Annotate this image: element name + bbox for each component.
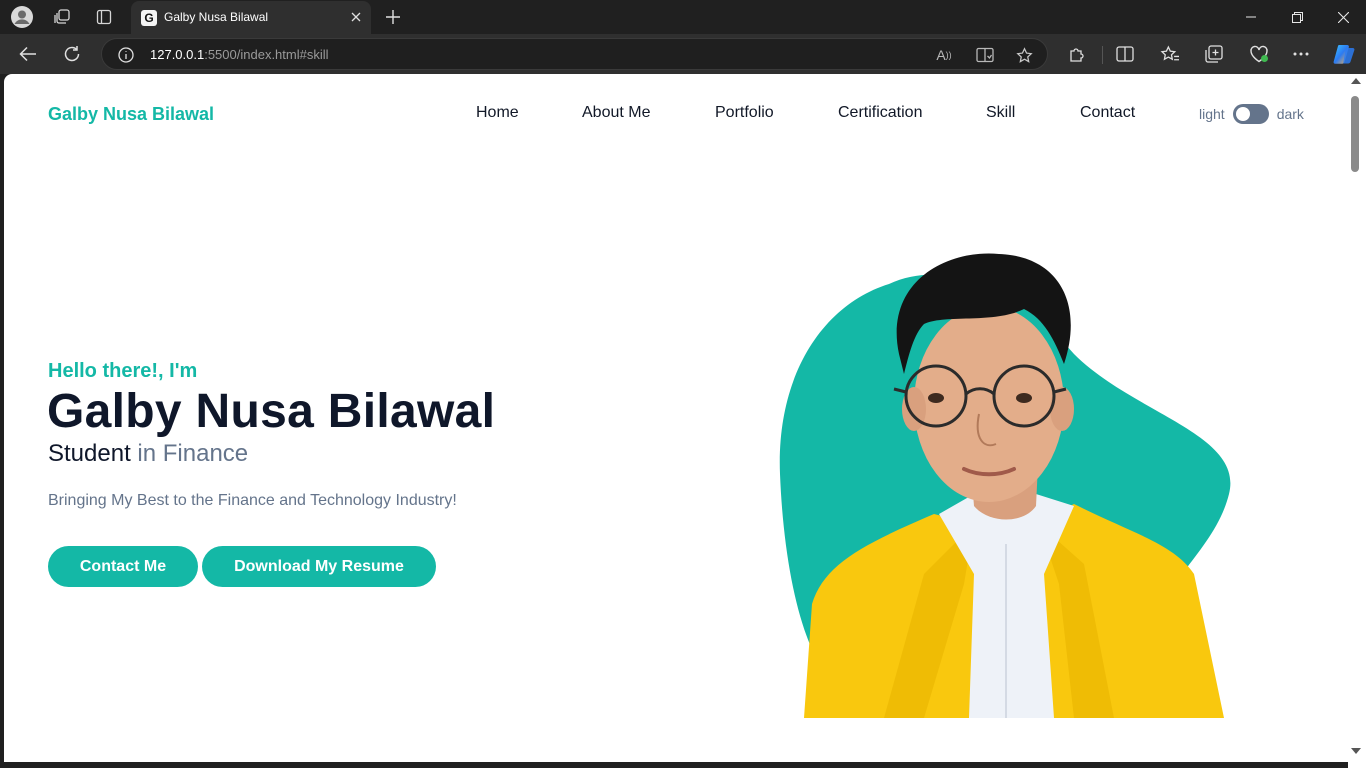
workspaces-icon[interactable] <box>50 6 74 28</box>
site-favicon-icon: G <box>141 10 157 26</box>
collections-icon[interactable] <box>1203 43 1225 65</box>
active-tab[interactable]: G Galby Nusa Bilawal <box>131 1 371 34</box>
toolbar-separator <box>1102 46 1103 64</box>
theme-toggle-switch[interactable] <box>1232 104 1269 124</box>
nav-link-skill[interactable]: Skill <box>986 104 1015 122</box>
nav-link-certification[interactable]: Certification <box>838 104 922 122</box>
hero-greeting: Hello there!, I'm <box>48 360 198 382</box>
tab-actions-icon[interactable] <box>92 6 116 28</box>
restore-icon[interactable] <box>1274 0 1320 34</box>
more-icon[interactable] <box>1290 43 1312 65</box>
theme-light-label: light <box>1199 106 1225 122</box>
window-bottom-edge <box>0 762 1348 768</box>
browser-essentials-icon[interactable] <box>1247 43 1271 65</box>
nav-link-portfolio[interactable]: Portfolio <box>715 104 774 122</box>
address-bar[interactable]: 127.0.0.1:5500/index.html#skill A)) <box>101 38 1048 70</box>
nav-link-home[interactable]: Home <box>476 104 519 122</box>
browser-tab-bar: G Galby Nusa Bilawal <box>0 0 1366 34</box>
scrollbar-thumb[interactable] <box>1351 96 1359 172</box>
site-brand[interactable]: Galby Nusa Bilawal <box>48 104 214 125</box>
split-screen-icon[interactable] <box>1114 43 1136 65</box>
tab-title: Galby Nusa Bilawal <box>164 10 269 24</box>
immersive-reader-icon[interactable] <box>975 46 995 64</box>
favorites-icon[interactable] <box>1159 43 1181 65</box>
role-accent: in Finance <box>137 440 249 467</box>
hero-tagline: Bringing My Best to the Finance and Tech… <box>48 492 457 509</box>
back-icon[interactable] <box>16 43 40 65</box>
hero-role: Student in Finance <box>48 440 248 468</box>
theme-dark-label: dark <box>1276 106 1304 122</box>
address-url[interactable]: 127.0.0.1:5500/index.html#skill <box>150 47 329 62</box>
close-tab-icon[interactable] <box>347 8 365 26</box>
page-viewport: Galby Nusa Bilawal Home About Me Portfol… <box>4 74 1348 762</box>
nav-link-about-me[interactable]: About Me <box>582 104 650 122</box>
page-scrollbar[interactable] <box>1348 74 1366 768</box>
download-resume-button[interactable]: Download My Resume <box>202 546 436 587</box>
profile-icon[interactable] <box>9 5 35 29</box>
scroll-up-arrow-icon[interactable] <box>1351 78 1361 84</box>
read-aloud-icon[interactable]: A)) <box>934 46 954 64</box>
minimize-icon[interactable] <box>1228 0 1274 34</box>
contact-me-button[interactable]: Contact Me <box>48 546 198 587</box>
favorite-star-icon[interactable] <box>1014 46 1034 64</box>
hero-name: Galby Nusa Bilawal <box>47 385 496 438</box>
scroll-down-arrow-icon[interactable] <box>1351 748 1361 754</box>
close-window-icon[interactable] <box>1320 0 1366 34</box>
toggle-knob <box>1235 107 1250 121</box>
theme-toggle-group: light dark <box>1199 104 1304 124</box>
hero-portrait-image <box>779 253 1231 718</box>
new-tab-icon[interactable] <box>383 7 403 27</box>
nav-link-contact[interactable]: Contact <box>1080 104 1135 122</box>
extensions-icon[interactable] <box>1066 43 1088 65</box>
refresh-icon[interactable] <box>60 43 84 65</box>
site-info-icon[interactable] <box>117 46 135 64</box>
browser-toolbar: 127.0.0.1:5500/index.html#skill A)) <box>0 34 1366 74</box>
copilot-icon[interactable] <box>1331 41 1357 67</box>
role-main: Student <box>48 440 131 467</box>
